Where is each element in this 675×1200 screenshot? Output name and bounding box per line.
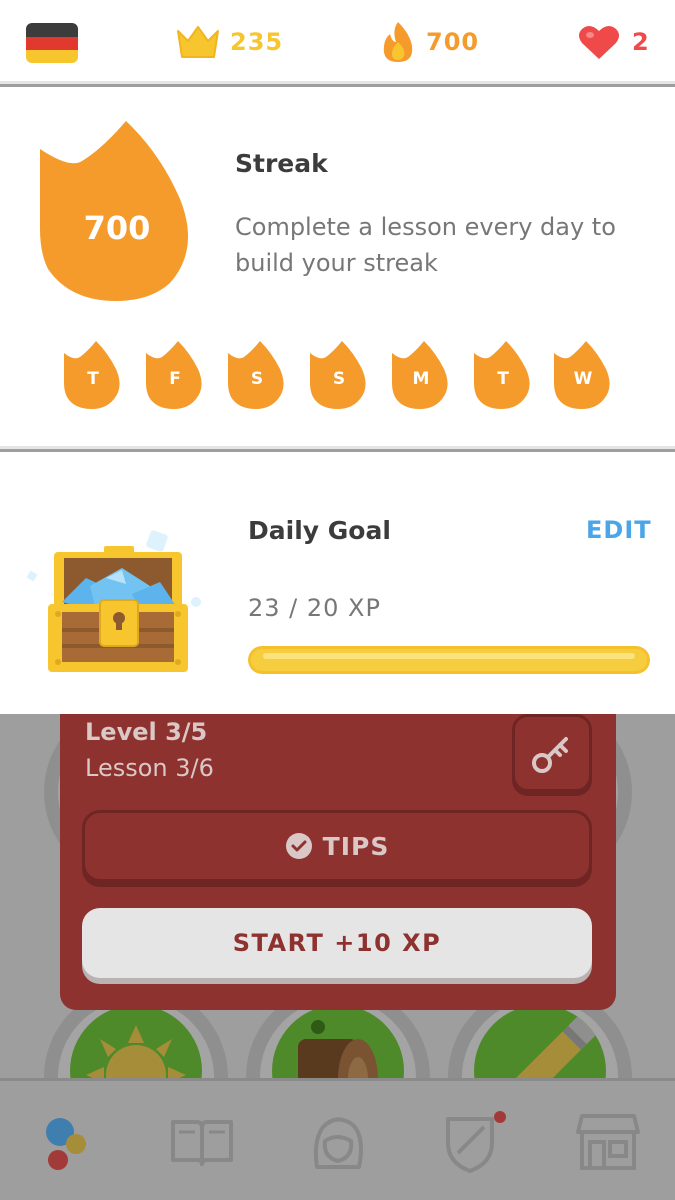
daily-goal-title: Daily Goal (248, 516, 391, 545)
course-flag-button[interactable] (26, 21, 78, 65)
xp-progress-text: 23 / 20 XP (248, 594, 381, 622)
check-circle-icon (285, 833, 312, 859)
treasure-chest-icon (26, 530, 201, 672)
streak-day-letter: T (497, 369, 509, 389)
hearts-stat[interactable]: 2 (576, 20, 650, 64)
hearts-count: 2 (632, 28, 650, 56)
test-out-key-button[interactable] (512, 714, 592, 792)
start-label: START +10 XP (232, 929, 442, 957)
streak-description: Complete a lesson every day to build you… (235, 213, 616, 277)
nav-shop[interactable] (558, 1081, 658, 1200)
shop-icon (576, 1114, 640, 1170)
heart-icon (579, 25, 619, 59)
xp-progress-bar (248, 646, 650, 674)
stories-icon (171, 1120, 233, 1166)
lesson-popup: Level 3/5 Lesson 3/6 TIPS START +10 XP (60, 680, 616, 1010)
leaderboard-shield-icon (446, 1111, 506, 1173)
streak-day-flame: W (554, 339, 612, 409)
top-stats-bar: 235 700 2 (0, 0, 675, 84)
xp-progress-fill (248, 646, 650, 674)
tips-label: TIPS (322, 831, 390, 861)
streak-day-letter: W (573, 369, 593, 389)
tips-button[interactable]: TIPS (82, 810, 592, 882)
streak-day-flame: T (64, 339, 122, 409)
learn-icon (46, 1118, 86, 1170)
crown-icon (177, 26, 219, 58)
crowns-stat[interactable]: 235 (176, 20, 283, 64)
streak-day-letter: T (87, 369, 99, 389)
streak-day-flame: S (228, 339, 286, 409)
streak-day-letter: F (169, 369, 181, 389)
key-icon (532, 737, 568, 773)
start-lesson-button[interactable]: START +10 XP (82, 908, 592, 978)
flame-icon (383, 22, 413, 62)
edit-goal-button[interactable]: EDIT (586, 516, 652, 544)
streak-title: Streak (235, 149, 328, 178)
germany-flag-icon (26, 23, 78, 63)
streak-day-flame: M (392, 339, 450, 409)
nav-leaderboard[interactable] (424, 1081, 524, 1200)
crowns-count: 235 (230, 28, 284, 56)
lesson-label: Lesson 3/6 (85, 754, 214, 782)
streak-count-top: 700 (426, 28, 480, 56)
nav-profile[interactable] (288, 1081, 388, 1200)
streak-day-letter: S (332, 369, 346, 389)
nav-stories[interactable] (152, 1081, 252, 1200)
streak-day-flame: F (146, 339, 204, 409)
streak-day-letter: S (250, 369, 264, 389)
streak-stat[interactable]: 700 (380, 20, 479, 64)
profile-icon (313, 1117, 363, 1169)
daily-goal-panel: Daily Goal EDIT 23 / 20 XP (0, 452, 675, 714)
streak-day-flame: S (310, 339, 368, 409)
level-label: Level 3/5 (85, 718, 208, 746)
streak-day-letter: M (412, 369, 430, 389)
streak-count: 700 (83, 209, 151, 247)
nav-learn[interactable] (16, 1081, 116, 1200)
streak-day-flame: T (474, 339, 532, 409)
streak-panel: 700 Streak Complete a lesson every day t… (0, 87, 675, 449)
bottom-nav (0, 1078, 675, 1200)
